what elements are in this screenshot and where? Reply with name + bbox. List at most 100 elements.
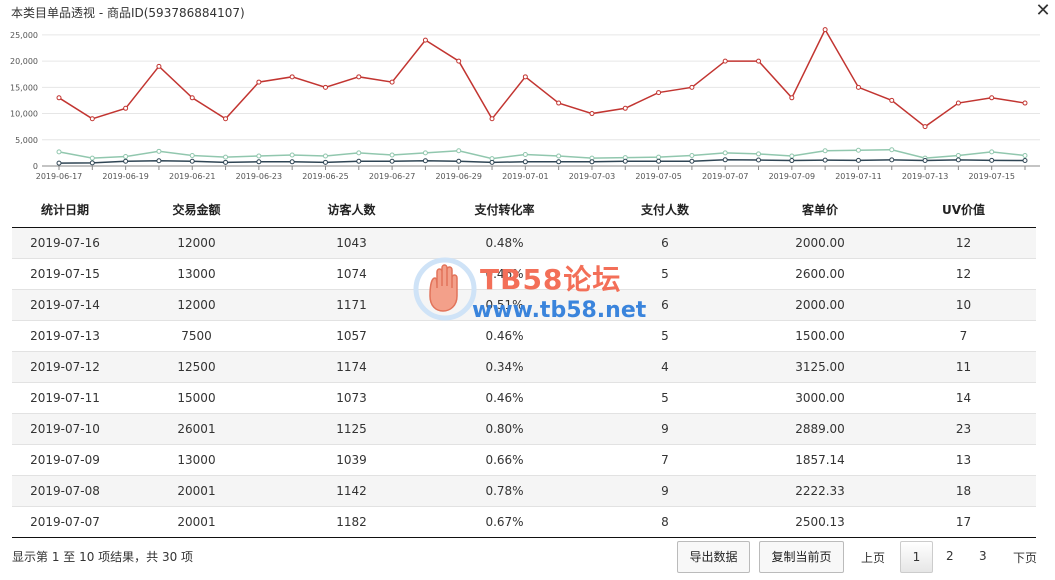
series-point [922, 157, 928, 163]
table-cell: 0.80% [428, 412, 581, 444]
x-tick-label: 2019-06-21 [169, 172, 216, 181]
series-point [522, 74, 528, 80]
table-cell: 0.46% [428, 319, 581, 351]
table-cell: 5 [581, 319, 749, 351]
table-cell: 1073 [275, 381, 428, 413]
table-row: 2019-07-08 20001 1142 0.78% 9 2222.33 18 [12, 474, 1036, 506]
series-point [489, 159, 495, 165]
table-cell: 17 [891, 505, 1036, 538]
table-cell: 1043 [275, 226, 428, 258]
series-point [955, 157, 961, 163]
series-point [955, 100, 961, 106]
table-cell: 1174 [275, 350, 428, 382]
table-cell: 1171 [275, 288, 428, 320]
header-visitors[interactable]: 访客人数 [275, 192, 428, 228]
table-cell: 12500 [118, 350, 275, 382]
table-cell: 14 [891, 381, 1036, 413]
table-cell: 2600.00 [749, 257, 891, 289]
x-tick-label: 2019-07-11 [835, 172, 882, 181]
prev-page-link[interactable]: 上页 [861, 549, 885, 566]
table-cell: 12 [891, 257, 1036, 289]
series-point [589, 159, 595, 165]
series-point [855, 84, 861, 90]
series-point [989, 157, 995, 163]
header-buyers[interactable]: 支付人数 [581, 192, 749, 228]
table-cell: 7 [891, 319, 1036, 351]
series-point [89, 160, 95, 166]
export-data-button[interactable]: 导出数据 [677, 541, 750, 573]
series-point [156, 158, 162, 164]
series-point [422, 158, 428, 164]
series-point [789, 158, 795, 164]
x-tick-label: 2019-07-01 [502, 172, 549, 181]
header-amount[interactable]: 交易金额 [118, 192, 275, 228]
series-point [256, 153, 262, 159]
x-tick-label: 2019-07-05 [635, 172, 682, 181]
table-cell: 2889.00 [749, 412, 891, 444]
pagination-info: 显示第 1 至 10 项结果，共 30 项 [12, 550, 194, 564]
page-2-link[interactable]: 2 [946, 549, 954, 563]
series-point [322, 153, 328, 159]
table-cell: 20001 [118, 474, 275, 506]
table-cell: 1125 [275, 412, 428, 444]
table-cell: 7500 [118, 319, 275, 351]
series-point [389, 152, 395, 158]
trend-chart-svg: 0 5,000 10,000 15,000 20,000 25,000 2019-06-17… [10, 27, 1040, 181]
next-page-link[interactable]: 下页 [1013, 549, 1037, 566]
series-point [322, 84, 328, 90]
table-row: 2019-07-10 26001 1125 0.80% 9 2889.00 23 [12, 412, 1036, 444]
x-tick-label: 2019-07-09 [769, 172, 816, 181]
series-line [58, 148, 1026, 160]
header-uv-value[interactable]: UV价值 [891, 192, 1036, 228]
stats-table: 统计日期 交易金额 访客人数 支付转化率 支付人数 客单价 UV价值 2019-… [12, 192, 1036, 538]
series-point [989, 149, 995, 155]
table-cell: 2019-07-09 [12, 443, 118, 475]
series-point [223, 159, 229, 165]
table-cell: 3000.00 [749, 381, 891, 413]
series-point [756, 157, 762, 163]
table-row: 2019-07-12 12500 1174 0.34% 4 3125.00 11 [12, 350, 1036, 382]
series-point [123, 154, 129, 160]
series-point [656, 90, 662, 96]
series-point [189, 95, 195, 101]
series-point [955, 153, 961, 159]
series-point [456, 58, 462, 64]
series-point [656, 158, 662, 164]
table-cell: 5 [581, 257, 749, 289]
table-row: 2019-07-09 13000 1039 0.66% 7 1857.14 13 [12, 443, 1036, 475]
close-icon[interactable]: ✕ [1033, 1, 1053, 21]
page-1-button[interactable]: 1 [900, 541, 933, 573]
x-tick-label: 2019-06-17 [36, 172, 83, 181]
series-point [622, 158, 628, 164]
header-conversion[interactable]: 支付转化率 [428, 192, 581, 228]
series-point [822, 157, 828, 163]
table-cell: 10 [891, 288, 1036, 320]
header-avg-order[interactable]: 客单价 [749, 192, 891, 228]
y-tick-label: 20,000 [10, 57, 38, 66]
series-point [1022, 158, 1028, 164]
table-cell: 3125.00 [749, 350, 891, 382]
x-tick-label: 2019-06-25 [302, 172, 349, 181]
header-date[interactable]: 统计日期 [12, 192, 118, 228]
table-cell: 0.34% [428, 350, 581, 382]
table-cell: 2019-07-07 [12, 505, 118, 538]
page-3-link[interactable]: 3 [979, 549, 987, 563]
table-cell: 15000 [118, 381, 275, 413]
y-tick-label: 0 [33, 162, 38, 171]
series-point [722, 58, 728, 64]
series-point [722, 150, 728, 156]
series-point [589, 111, 595, 117]
copy-page-button[interactable]: 复制当前页 [759, 541, 844, 573]
table-cell: 2019-07-16 [12, 226, 118, 258]
series-point [789, 153, 795, 159]
table-cell: 26001 [118, 412, 275, 444]
table-cell: 4 [581, 350, 749, 382]
table-cell: 0.66% [428, 443, 581, 475]
series-point [156, 148, 162, 154]
window-titlebar: 本类目单品透视 - 商品ID(593786884107) ✕ [0, 0, 1055, 24]
table-cell: 12000 [118, 288, 275, 320]
table-cell: 18 [891, 474, 1036, 506]
x-tick-label: 2019-06-27 [369, 172, 416, 181]
series-point [822, 27, 828, 33]
series-point [322, 159, 328, 165]
